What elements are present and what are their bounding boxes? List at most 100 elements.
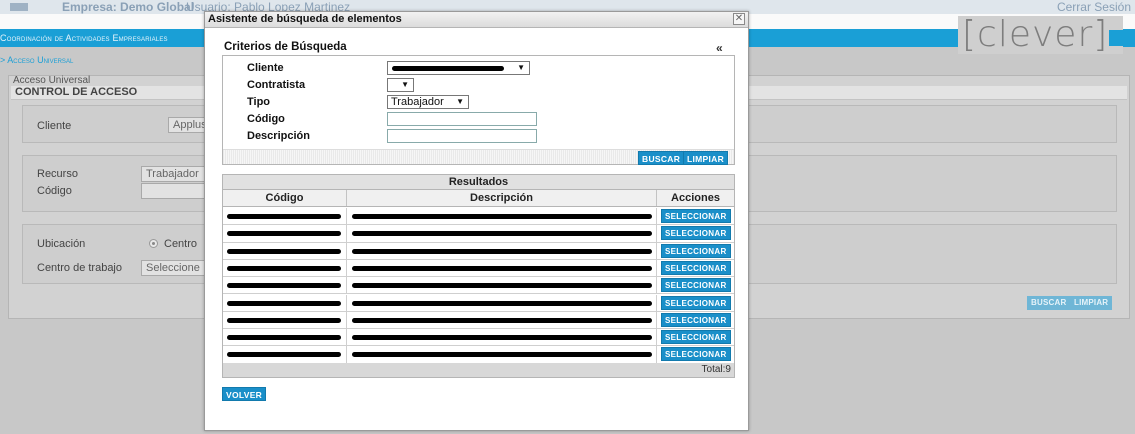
results-table: Resultados Código Descripción Acciones S… (222, 174, 735, 378)
table-row: Seleccionar (223, 311, 734, 330)
seleccionar-button[interactable]: Seleccionar (661, 330, 731, 345)
table-row: Seleccionar (223, 294, 734, 312)
table-row: Seleccionar (223, 259, 734, 278)
redacted-codigo (227, 283, 341, 289)
tipo-value: Trabajador (391, 96, 444, 108)
logo-text: [clever] (962, 14, 1109, 55)
redacted-codigo (227, 300, 341, 306)
descripcion-cell (347, 277, 657, 294)
redacted-value (392, 66, 504, 71)
codigo-cell (223, 277, 347, 294)
tipo-select[interactable]: Trabajador ▼ (387, 95, 469, 109)
results-header: Código Descripción Acciones (223, 190, 734, 207)
codigo-cell (223, 294, 347, 311)
redacted-descripcion (352, 300, 652, 306)
seleccionar-button[interactable]: Seleccionar (661, 226, 731, 241)
seleccionar-button[interactable]: Seleccionar (661, 295, 731, 310)
clever-logo: [clever] (958, 14, 1123, 55)
redacted-descripcion (352, 265, 652, 271)
descripcion-cell (347, 242, 657, 259)
tipo-label: Tipo (247, 96, 271, 108)
logout-link[interactable]: Cerrar Sesión (1057, 0, 1131, 14)
redacted-codigo (227, 248, 341, 254)
search-dialog: Asistente de búsqueda de elementos ✕ Cri… (204, 11, 749, 431)
codigo-cell (223, 225, 347, 242)
redacted-descripcion (352, 248, 652, 254)
redacted-descripcion (352, 335, 652, 341)
table-row: Seleccionar (223, 225, 734, 243)
descripcion-cell (347, 208, 657, 225)
column-header-descripcion[interactable]: Descripción (347, 190, 657, 206)
buscar-button[interactable]: Buscar (638, 151, 685, 165)
codigo-cell (223, 208, 347, 225)
cliente-label: Cliente (247, 62, 284, 74)
app-icon (10, 3, 28, 11)
limpiar-button[interactable]: Limpiar (683, 151, 729, 165)
codigo-cell (223, 259, 347, 277)
breadcrumb[interactable]: > Acceso Universal (0, 55, 73, 65)
centro-radio-label: Centro (164, 238, 198, 250)
nav-title[interactable]: Coordinación de Actividades Empresariale… (0, 33, 168, 43)
table-row: Seleccionar (223, 242, 734, 260)
descripcion-cell (347, 259, 657, 277)
redacted-descripcion (352, 317, 652, 323)
criteria-button-bar: Buscar Limpiar (223, 149, 734, 165)
codigo-cell (223, 242, 347, 259)
column-header-codigo[interactable]: Código (223, 190, 347, 206)
logo-accent (1109, 30, 1123, 46)
cliente-select[interactable]: ▼ (387, 61, 530, 75)
descripcion-cell (347, 346, 657, 363)
volver-button[interactable]: Volver (222, 387, 267, 401)
redacted-codigo (227, 335, 341, 341)
redacted-codigo (227, 231, 341, 237)
descripcion-cell (347, 225, 657, 242)
criteria-title: Criterios de Búsqueda (224, 41, 347, 53)
table-row: Seleccionar (223, 277, 734, 295)
table-row: Seleccionar (223, 208, 734, 226)
codigo-label: Código (247, 113, 285, 125)
codigo-cell (223, 311, 347, 329)
contratista-label: Contratista (247, 79, 306, 91)
redacted-codigo (227, 352, 341, 358)
contratista-select[interactable]: ▼ (387, 78, 414, 92)
redacted-codigo (227, 214, 341, 219)
bg-limpiar-button[interactable]: Limpiar (1070, 296, 1113, 310)
seleccionar-button[interactable]: Seleccionar (661, 209, 731, 223)
redacted-codigo (227, 265, 341, 271)
redacted-codigo (227, 317, 341, 323)
recurso-label: Recurso (37, 168, 78, 180)
empresa-label: Empresa: Demo Global (62, 0, 195, 14)
cliente-label: Cliente (37, 120, 72, 132)
criteria-box: Cliente ▼ Contratista ▼ Tipo Trabajador … (222, 55, 735, 165)
descripcion-cell (347, 311, 657, 329)
seleccionar-button[interactable]: Seleccionar (661, 347, 731, 362)
table-row: Seleccionar (223, 329, 734, 347)
redacted-descripcion (352, 283, 652, 289)
results-title: Resultados (223, 175, 734, 190)
bg-buscar-button[interactable]: Buscar (1027, 296, 1071, 310)
codigo-label: Código (37, 185, 72, 197)
descripcion-input[interactable] (387, 129, 537, 143)
dialog-title: Asistente de búsqueda de elementos (208, 13, 402, 25)
seleccionar-button[interactable]: Seleccionar (661, 278, 731, 293)
panel-title: Acceso Universal (13, 75, 91, 86)
redacted-descripcion (352, 231, 652, 237)
ubicacion-label: Ubicación (37, 238, 86, 250)
chevron-down-icon: ▼ (401, 80, 409, 89)
results-total: Total:9 (223, 363, 734, 377)
codigo-input[interactable] (387, 112, 537, 126)
collapse-icon[interactable]: « (716, 41, 723, 55)
centro-radio[interactable] (149, 239, 158, 248)
descripcion-cell (347, 329, 657, 346)
dialog-titlebar[interactable]: Asistente de búsqueda de elementos ✕ (205, 12, 748, 28)
codigo-cell (223, 329, 347, 346)
column-header-acciones: Acciones (671, 192, 720, 204)
seleccionar-button[interactable]: Seleccionar (661, 312, 731, 327)
descripcion-cell (347, 294, 657, 311)
seleccionar-button[interactable]: Seleccionar (661, 243, 731, 258)
close-icon[interactable]: ✕ (733, 13, 745, 25)
centro-trabajo-label: Centro de trabajo (37, 262, 122, 274)
redacted-descripcion (352, 214, 652, 219)
seleccionar-button[interactable]: Seleccionar (661, 260, 731, 275)
chevron-down-icon: ▼ (456, 97, 464, 106)
